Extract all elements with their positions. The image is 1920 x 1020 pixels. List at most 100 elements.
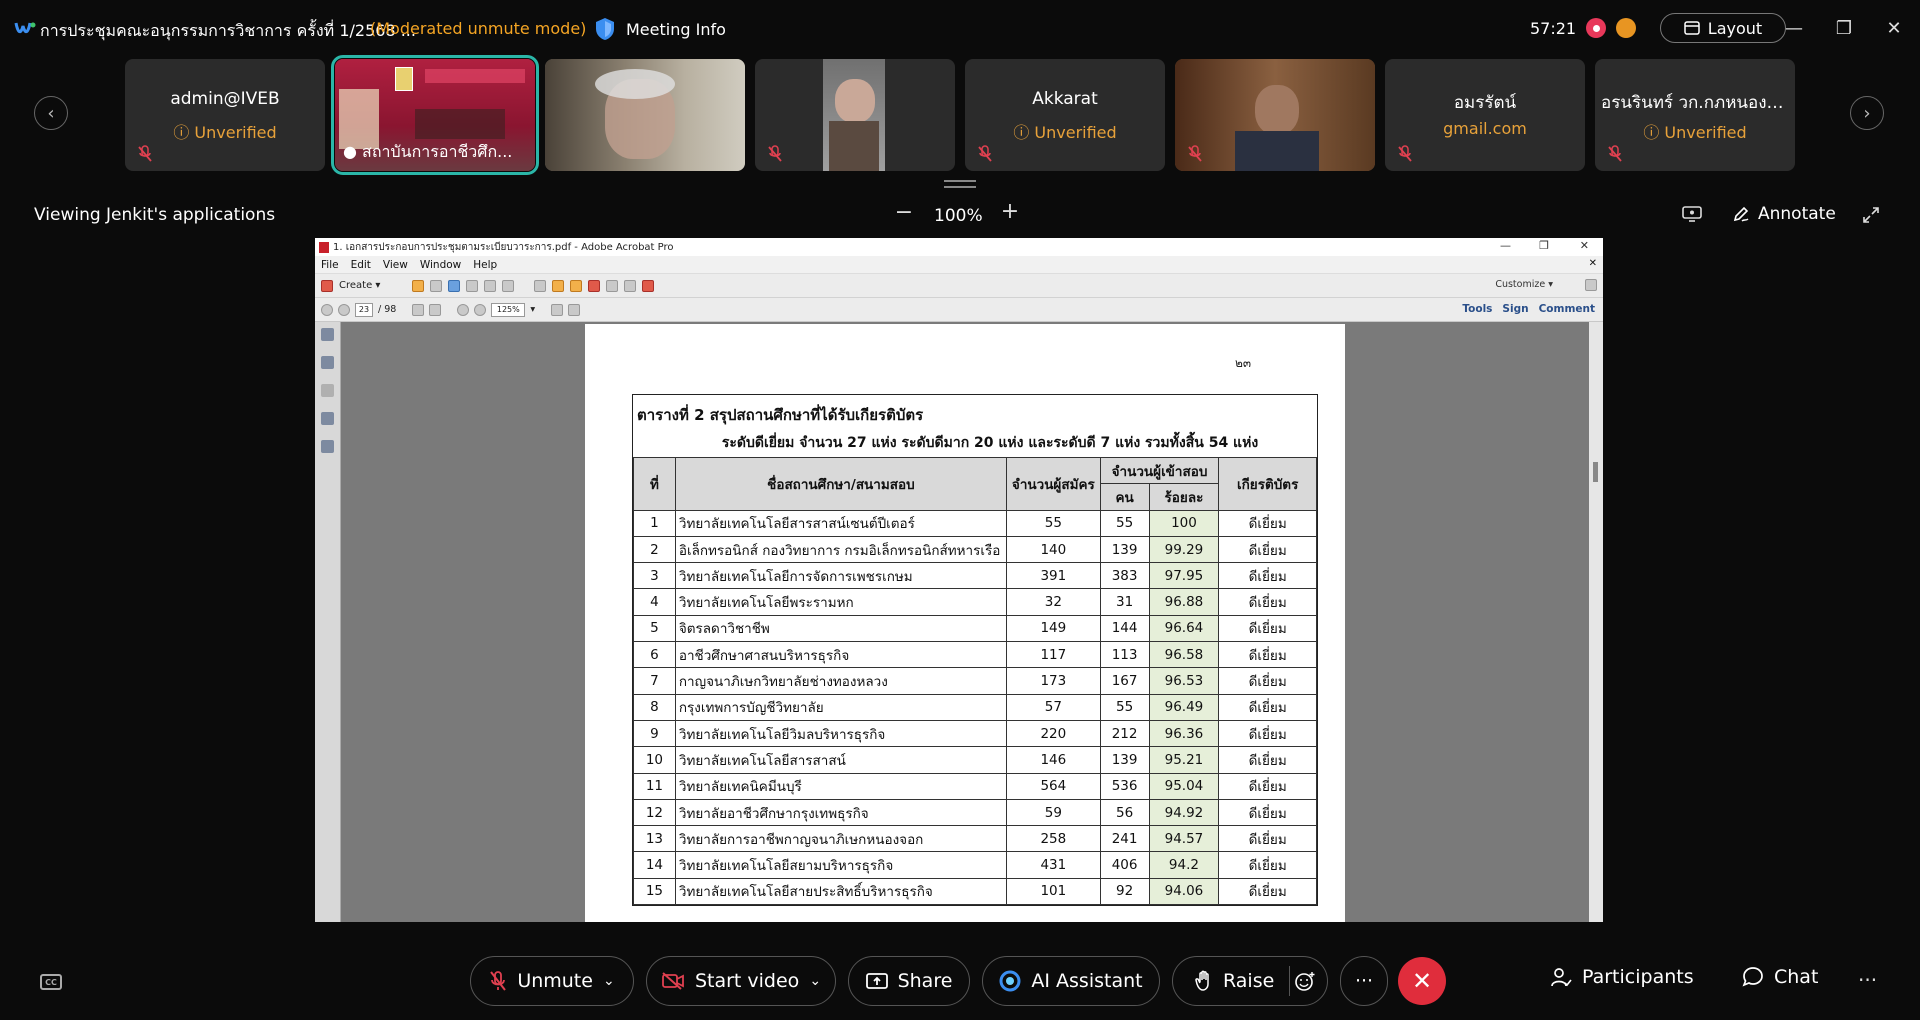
settings-icon[interactable] [534, 279, 547, 292]
layout-button[interactable]: Layout [1660, 13, 1786, 43]
row-number: 7 [633, 667, 676, 695]
table-row: 2 อิเล็กทรอนิกส์ กองวิทยาการ กรมอิเล็กทรอ… [633, 535, 1317, 564]
attachments-panel-icon[interactable] [321, 384, 334, 397]
scrollbar-thumb[interactable] [1593, 462, 1598, 482]
zoom-dropdown-icon[interactable]: ▾ [530, 304, 535, 315]
menu-file[interactable]: File [321, 259, 339, 271]
closed-captions-icon[interactable]: CC [40, 974, 62, 990]
bookmarks-panel-icon[interactable] [321, 356, 334, 369]
raise-button[interactable]: Raise [1172, 956, 1328, 1006]
next-page-icon[interactable] [338, 303, 350, 316]
participants-button[interactable]: Participants [1550, 966, 1694, 988]
document-area[interactable]: ๒๓ ตารางที่ 2 สรุปสถานศึกษาที่ได้รับเกีย… [315, 322, 1603, 922]
fit-width-icon[interactable] [568, 303, 581, 316]
email-icon[interactable] [502, 279, 515, 292]
participant-tile[interactable]: admin@IVEB ⓘ Unverified [125, 59, 325, 171]
doc-close-icon[interactable]: ✕ [1589, 258, 1597, 269]
participant-status: ⓘ Unverified [1013, 123, 1117, 142]
certificate-table: ตารางที่ 2 สรุปสถานศึกษาที่ได้รับเกียรติ… [632, 394, 1318, 907]
participant-tile[interactable]: อมรรัตน์ gmail.com [1385, 59, 1585, 171]
pages-panel-icon[interactable] [321, 328, 334, 341]
export-icon[interactable] [624, 279, 637, 292]
upload-icon[interactable] [448, 279, 461, 292]
participant-tile[interactable]: อรนรินทร์ วก.กภหนองจ... ⓘ Unverified [1595, 59, 1795, 171]
minimize-window-icon[interactable]: — [1780, 16, 1808, 40]
end-meeting-button[interactable]: ✕ [1398, 957, 1446, 1005]
hand-tool-icon[interactable] [429, 303, 442, 316]
participant-tile-active[interactable]: ● สถาบันการอาชีวศึก... [331, 55, 539, 175]
layers-panel-icon[interactable] [321, 412, 334, 425]
open-icon[interactable] [412, 279, 425, 292]
examinee-count: 31 [1099, 588, 1150, 616]
recording-icon[interactable] [1586, 18, 1606, 38]
page-number-input[interactable]: 23 [355, 302, 373, 317]
acrobat-minimize-icon[interactable]: — [1500, 239, 1511, 252]
select-tool-icon[interactable] [412, 303, 425, 316]
participant-tile[interactable] [755, 59, 955, 171]
chevron-down-icon[interactable]: ⌄ [603, 973, 615, 989]
resize-handle[interactable] [944, 180, 976, 188]
meeting-info-button[interactable]: Meeting Info [594, 14, 726, 44]
print-icon[interactable] [466, 279, 479, 292]
zoom-out-icon[interactable] [457, 303, 470, 316]
customize-dropdown[interactable]: Customize ▾ [1495, 279, 1553, 290]
row-number: 14 [633, 851, 676, 879]
zoom-in-button[interactable]: + [1000, 199, 1020, 224]
ai-assistant-button[interactable]: AI Assistant [982, 956, 1160, 1006]
chat-button[interactable]: Chat [1742, 966, 1818, 988]
edit-icon[interactable] [484, 279, 497, 292]
examinee-count: 55 [1099, 693, 1150, 721]
meeting-info-label: Meeting Info [626, 19, 726, 39]
acrobat-restore-icon[interactable]: ❐ [1539, 239, 1549, 252]
percent-value: 96.53 [1148, 667, 1220, 695]
attach-icon[interactable] [606, 279, 619, 292]
chevron-down-icon[interactable]: ⌄ [809, 973, 821, 989]
participant-tile[interactable]: Akkarat ⓘ Unverified [965, 59, 1165, 171]
chevron-left-icon[interactable]: ‹ [34, 96, 68, 130]
screen-share-icon[interactable] [1682, 206, 1702, 222]
zoom-out-button[interactable]: − [894, 200, 914, 225]
participant-name: อรนรินทร์ วก.กภหนองจ... [1601, 93, 1793, 113]
more-options-button[interactable]: ··· [1340, 956, 1388, 1006]
start-video-button[interactable]: Start video ⌄ [646, 956, 836, 1006]
signatures-panel-icon[interactable] [321, 440, 334, 453]
comment-link[interactable]: Comment [1539, 303, 1595, 315]
menu-window[interactable]: Window [420, 259, 461, 271]
comment-icon[interactable] [552, 279, 565, 292]
share-button[interactable]: Share [848, 956, 970, 1006]
prev-page-icon[interactable] [321, 303, 333, 316]
examinee-count: 536 [1099, 772, 1150, 800]
expand-toolbar-icon[interactable] [1585, 279, 1597, 291]
vertical-scrollbar[interactable] [1589, 322, 1603, 922]
participant-tile[interactable] [545, 59, 745, 171]
zoom-in-icon[interactable] [474, 303, 487, 316]
table-row: 9 วิทยาลัยเทคโนโลยีวิมลบริหารธุรกิจ 220 212… [633, 719, 1317, 748]
highlight-icon[interactable] [570, 279, 583, 292]
create-button[interactable]: Create ▾ [339, 280, 380, 291]
tools-link[interactable]: Tools [1462, 303, 1492, 315]
unmute-button[interactable]: Unmute ⌄ [470, 956, 634, 1006]
start-video-label: Start video [694, 970, 800, 992]
overflow-menu-icon[interactable]: ··· [1858, 968, 1877, 992]
menu-edit[interactable]: Edit [351, 259, 371, 271]
sign-icon[interactable] [642, 279, 655, 292]
shield-icon [596, 18, 614, 40]
save-icon[interactable] [430, 279, 443, 292]
fullscreen-icon[interactable] [1862, 206, 1880, 224]
fit-page-icon[interactable] [551, 303, 564, 316]
menu-help[interactable]: Help [473, 259, 497, 271]
network-signal-icon[interactable] [1616, 18, 1636, 38]
stamp-icon[interactable] [588, 279, 601, 292]
annotate-button[interactable]: Annotate [1732, 204, 1836, 224]
chevron-right-icon[interactable]: › [1850, 96, 1884, 130]
reactions-icon[interactable] [1289, 966, 1319, 996]
examinee-count: 55 [1099, 509, 1150, 537]
page-total: / 98 [378, 304, 397, 315]
zoom-input[interactable]: 125% [491, 302, 526, 317]
restore-window-icon[interactable]: ❐ [1830, 16, 1858, 40]
sign-link[interactable]: Sign [1502, 303, 1528, 315]
participant-tile[interactable] [1175, 59, 1375, 171]
acrobat-close-icon[interactable]: ✕ [1580, 239, 1589, 252]
close-window-icon[interactable]: ✕ [1880, 16, 1908, 40]
menu-view[interactable]: View [383, 259, 408, 271]
